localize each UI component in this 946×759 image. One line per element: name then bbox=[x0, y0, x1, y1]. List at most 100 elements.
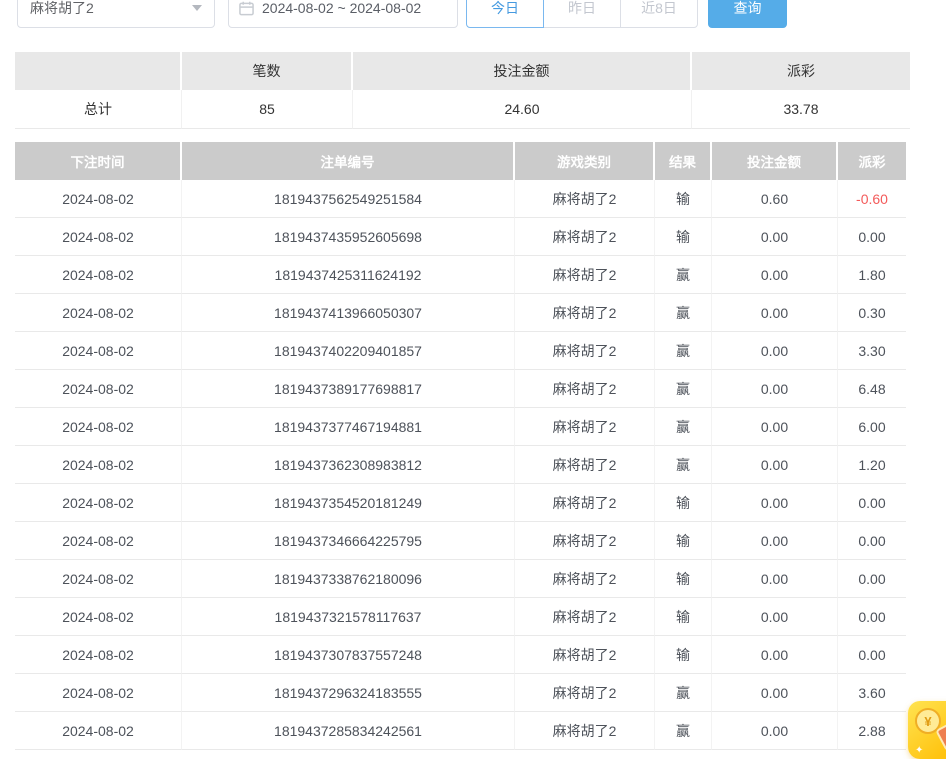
cell-game: 麻将胡了2 bbox=[515, 446, 655, 484]
summary-table: 笔数 投注金额 派彩 总计 85 24.60 33.78 bbox=[15, 52, 910, 129]
cell-game: 麻将胡了2 bbox=[515, 560, 655, 598]
cell-payout: 0.00 bbox=[838, 636, 906, 674]
calendar-icon bbox=[239, 1, 254, 16]
records-table: 下注时间 注单编号 游戏类别 结果 投注金额 派彩 2024-08-021819… bbox=[15, 142, 906, 750]
table-row: 2024-08-021819437435952605698麻将胡了2输0.000… bbox=[15, 218, 906, 256]
game-select[interactable]: 麻将胡了2 bbox=[17, 0, 215, 28]
cell-result: 赢 bbox=[655, 332, 712, 370]
table-row: 2024-08-021819437377467194881麻将胡了2赢0.006… bbox=[15, 408, 906, 446]
summary-total-count: 85 bbox=[182, 90, 353, 129]
sparkle-icon: ✦ bbox=[915, 745, 923, 756]
summary-header-count: 笔数 bbox=[182, 52, 353, 90]
cell-time: 2024-08-02 bbox=[15, 294, 182, 332]
cell-time: 2024-08-02 bbox=[15, 522, 182, 560]
cell-result: 赢 bbox=[655, 294, 712, 332]
cell-time: 2024-08-02 bbox=[15, 408, 182, 446]
cell-time: 2024-08-02 bbox=[15, 370, 182, 408]
cell-time: 2024-08-02 bbox=[15, 180, 182, 218]
cell-time: 2024-08-02 bbox=[15, 560, 182, 598]
cell-result: 输 bbox=[655, 180, 712, 218]
cell-game: 麻将胡了2 bbox=[515, 256, 655, 294]
cell-order-no: 1819437402209401857 bbox=[182, 332, 515, 370]
cell-game: 麻将胡了2 bbox=[515, 180, 655, 218]
cell-payout: 0.30 bbox=[838, 294, 906, 332]
cell-game: 麻将胡了2 bbox=[515, 484, 655, 522]
cell-order-no: 1819437377467194881 bbox=[182, 408, 515, 446]
table-row: 2024-08-021819437354520181249麻将胡了2输0.000… bbox=[15, 484, 906, 522]
cell-time: 2024-08-02 bbox=[15, 484, 182, 522]
cell-order-no: 1819437362308983812 bbox=[182, 446, 515, 484]
cell-order-no: 1819437307837557248 bbox=[182, 636, 515, 674]
cell-bet: 0.00 bbox=[712, 256, 838, 294]
cell-result: 输 bbox=[655, 484, 712, 522]
cell-bet: 0.00 bbox=[712, 712, 838, 750]
table-row: 2024-08-021819437425311624192麻将胡了2赢0.001… bbox=[15, 256, 906, 294]
cell-bet: 0.00 bbox=[712, 522, 838, 560]
cell-bet: 0.00 bbox=[712, 484, 838, 522]
cell-payout: 0.00 bbox=[838, 522, 906, 560]
cell-bet: 0.00 bbox=[712, 560, 838, 598]
date-range-input[interactable]: 2024-08-02 ~ 2024-08-02 bbox=[228, 0, 458, 28]
cell-result: 输 bbox=[655, 636, 712, 674]
table-row: 2024-08-021819437402209401857麻将胡了2赢0.003… bbox=[15, 332, 906, 370]
cell-payout: 6.00 bbox=[838, 408, 906, 446]
cell-game: 麻将胡了2 bbox=[515, 294, 655, 332]
rewards-float-button[interactable]: ¥ ✦ bbox=[908, 701, 946, 759]
cell-game: 麻将胡了2 bbox=[515, 332, 655, 370]
date-range-value: 2024-08-02 ~ 2024-08-02 bbox=[262, 0, 421, 16]
cell-payout: 3.60 bbox=[838, 674, 906, 712]
cell-order-no: 1819437338762180096 bbox=[182, 560, 515, 598]
records-header-game-type: 游戏类别 bbox=[515, 142, 655, 180]
cell-result: 赢 bbox=[655, 370, 712, 408]
cell-result: 赢 bbox=[655, 712, 712, 750]
cell-order-no: 1819437354520181249 bbox=[182, 484, 515, 522]
cell-game: 麻将胡了2 bbox=[515, 522, 655, 560]
cell-bet: 0.00 bbox=[712, 598, 838, 636]
cell-payout: 1.80 bbox=[838, 256, 906, 294]
cell-result: 赢 bbox=[655, 674, 712, 712]
cell-result: 输 bbox=[655, 560, 712, 598]
table-row: 2024-08-021819437346664225795麻将胡了2输0.000… bbox=[15, 522, 906, 560]
cell-payout: -0.60 bbox=[838, 180, 906, 218]
cell-time: 2024-08-02 bbox=[15, 446, 182, 484]
chevron-down-icon bbox=[192, 5, 202, 11]
filter-yesterday-button[interactable]: 昨日 bbox=[543, 0, 621, 28]
filter-last8days-button[interactable]: 近8日 bbox=[620, 0, 698, 28]
cell-game: 麻将胡了2 bbox=[515, 636, 655, 674]
summary-total-label: 总计 bbox=[15, 90, 182, 129]
cell-result: 输 bbox=[655, 522, 712, 560]
filter-today-button[interactable]: 今日 bbox=[466, 0, 544, 28]
table-row: 2024-08-021819437296324183555麻将胡了2赢0.003… bbox=[15, 674, 906, 712]
cell-payout: 0.00 bbox=[838, 560, 906, 598]
toolbar: 麻将胡了2 2024-08-02 ~ 2024-08-02 今日 昨日 近8日 … bbox=[17, 0, 787, 28]
query-button[interactable]: 查询 bbox=[708, 0, 787, 28]
cell-result: 输 bbox=[655, 598, 712, 636]
cell-payout: 1.20 bbox=[838, 446, 906, 484]
summary-header-empty bbox=[15, 52, 182, 90]
table-row: 2024-08-021819437562549251584麻将胡了2输0.60-… bbox=[15, 180, 906, 218]
summary-total-row: 总计 85 24.60 33.78 bbox=[15, 90, 910, 129]
cell-game: 麻将胡了2 bbox=[515, 712, 655, 750]
cell-bet: 0.60 bbox=[712, 180, 838, 218]
cell-payout: 0.00 bbox=[838, 218, 906, 256]
cell-bet: 0.00 bbox=[712, 294, 838, 332]
table-row: 2024-08-021819437389177698817麻将胡了2赢0.006… bbox=[15, 370, 906, 408]
cell-time: 2024-08-02 bbox=[15, 218, 182, 256]
cell-time: 2024-08-02 bbox=[15, 674, 182, 712]
summary-total-payout: 33.78 bbox=[692, 90, 910, 129]
cell-order-no: 1819437346664225795 bbox=[182, 522, 515, 560]
summary-header-row: 笔数 投注金额 派彩 bbox=[15, 52, 910, 90]
cell-result: 赢 bbox=[655, 256, 712, 294]
cell-result: 输 bbox=[655, 218, 712, 256]
cell-game: 麻将胡了2 bbox=[515, 408, 655, 446]
records-header-row: 下注时间 注单编号 游戏类别 结果 投注金额 派彩 bbox=[15, 142, 906, 180]
cell-payout: 0.00 bbox=[838, 484, 906, 522]
summary-header-bet-amount: 投注金额 bbox=[353, 52, 692, 90]
cell-order-no: 1819437296324183555 bbox=[182, 674, 515, 712]
summary-total-bet-amount: 24.60 bbox=[353, 90, 692, 129]
records-body: 2024-08-021819437562549251584麻将胡了2输0.60-… bbox=[15, 180, 906, 750]
cell-payout: 3.30 bbox=[838, 332, 906, 370]
records-header-order-no: 注单编号 bbox=[182, 142, 515, 180]
table-row: 2024-08-021819437338762180096麻将胡了2输0.000… bbox=[15, 560, 906, 598]
table-row: 2024-08-021819437362308983812麻将胡了2赢0.001… bbox=[15, 446, 906, 484]
